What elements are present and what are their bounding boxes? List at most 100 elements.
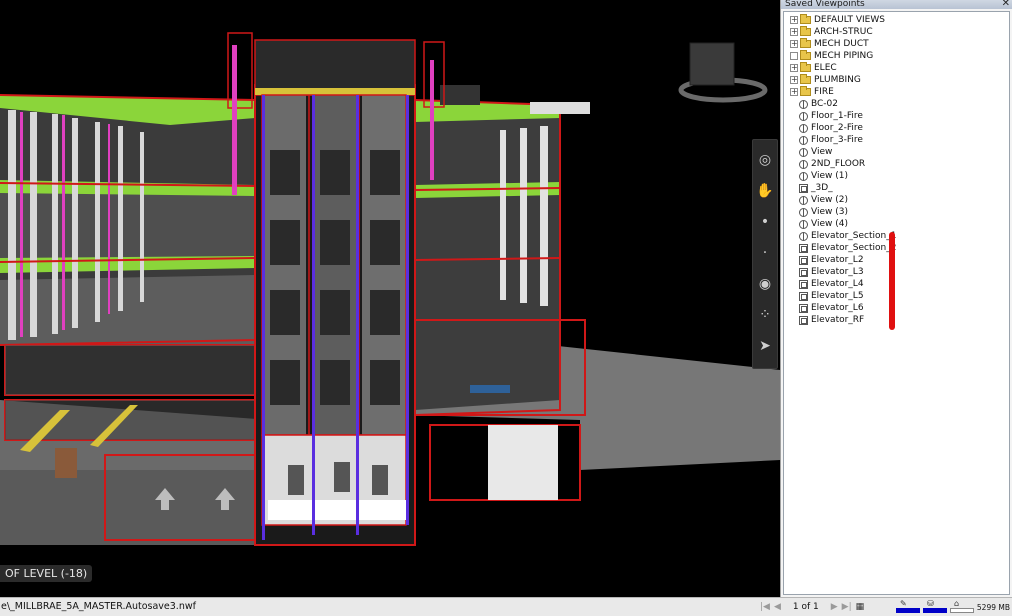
folder-icon	[800, 50, 811, 60]
file-path: e\_MILLBRAE_5A_MASTER.Autosave3.nwf	[1, 601, 196, 612]
annotation-highlight-mark	[889, 232, 895, 330]
viewpoint-item[interactable]: Floor_3-Fire	[790, 134, 863, 146]
folder-item[interactable]: + ARCH-STRUC	[790, 26, 873, 38]
folder-item[interactable]: + PLUMBING	[790, 74, 861, 86]
viewpoint-item[interactable]: Elevator_L5	[790, 290, 864, 302]
viewpoint-item[interactable]: 2ND_FLOOR	[790, 158, 865, 170]
viewpoint-item[interactable]: Elevator_L3	[790, 266, 864, 278]
camera-viewpoint-icon	[799, 207, 808, 217]
performance-indicators: ✎ ⛁ ⌂ 5299 MB	[896, 599, 1010, 615]
folder-icon	[800, 62, 811, 72]
look-around-icon[interactable]: ◉	[753, 272, 777, 296]
navigation-bar: ◎ ✋ • · ◉ ⁘ ➤	[752, 139, 778, 369]
viewpoint-item[interactable]: _3D_	[790, 182, 833, 194]
zoom-icon[interactable]: •	[753, 210, 777, 234]
folder-icon	[800, 74, 811, 84]
viewpoint-item[interactable]: Elevator_RF	[790, 314, 864, 326]
expand-icon[interactable]: +	[790, 16, 798, 24]
viewpoint-label: View (2)	[811, 195, 848, 205]
viewpoint-label: _3D_	[811, 183, 833, 193]
expand-icon[interactable]	[790, 52, 798, 60]
viewpoint-label: View	[811, 147, 833, 157]
disk-progress-bar	[923, 608, 947, 613]
folder-item[interactable]: + DEFAULT VIEWS	[790, 14, 885, 26]
expand-icon[interactable]: +	[790, 88, 798, 96]
folder-label: FIRE	[814, 87, 834, 97]
folder-label: PLUMBING	[814, 75, 861, 85]
viewpoint-item[interactable]: Elevator_L6	[790, 302, 864, 314]
viewpoint-label: Floor_3-Fire	[811, 135, 863, 145]
expand-icon[interactable]: +	[790, 40, 798, 48]
building-section-model[interactable]	[0, 0, 780, 597]
viewpoint-item[interactable]: Elevator_Section_1	[790, 230, 896, 242]
viewpoint-tree[interactable]: + DEFAULT VIEWS + ARCH-STRUC + MECH DUCT MECH …	[783, 11, 1010, 595]
page-navigator: |◀ ◀ 1 of 1 ▶ ▶| ▦	[760, 600, 864, 614]
viewpoint-label: Elevator_Section_1	[811, 231, 897, 241]
folder-label: DEFAULT VIEWS	[814, 15, 885, 25]
viewpoint-label: 2ND_FLOOR	[811, 159, 866, 169]
folder-icon	[800, 86, 811, 96]
section-viewpoint-icon	[799, 303, 808, 313]
viewpoint-item[interactable]: View	[790, 146, 832, 158]
saved-viewpoints-panel: Saved Viewpoints ✕ + DEFAULT VIEWS + ARCH-S…	[780, 0, 1012, 597]
folder-item[interactable]: MECH PIPING	[790, 50, 873, 62]
viewpoint-item[interactable]: Floor_2-Fire	[790, 122, 863, 134]
viewpoint-item[interactable]: View (2)	[790, 194, 848, 206]
viewpoint-label: Elevator_L4	[811, 279, 864, 289]
folder-item[interactable]: + ELEC	[790, 62, 837, 74]
section-viewpoint-icon	[799, 267, 808, 277]
camera-viewpoint-icon	[799, 123, 808, 133]
viewpoint-label: Elevator_RF	[811, 315, 865, 325]
expand-icon[interactable]: +	[790, 76, 798, 84]
viewpoint-item[interactable]: Floor_1-Fire	[790, 110, 863, 122]
viewpoint-item[interactable]: Elevator_Section_2	[790, 242, 896, 254]
camera-viewpoint-icon	[799, 147, 808, 157]
section-viewpoint-icon	[799, 279, 808, 289]
viewpoint-label: Floor_1-Fire	[811, 111, 863, 121]
viewpoint-label: BC-02	[811, 99, 838, 109]
viewpoint-label: Elevator_Section_2	[811, 243, 897, 253]
viewpoint-label: Elevator_L5	[811, 291, 864, 301]
prev-page-icon[interactable]: ◀	[774, 602, 781, 612]
viewpoint-label: View (3)	[811, 207, 848, 217]
walk-footsteps-icon[interactable]: ⁘	[753, 303, 777, 327]
disk-icon: ⛁	[927, 599, 934, 608]
viewpoint-item[interactable]: Elevator_L2	[790, 254, 864, 266]
memory-usage: 5299 MB	[976, 603, 1010, 612]
viewpoint-label: Elevator_L6	[811, 303, 864, 313]
camera-viewpoint-icon	[799, 171, 808, 181]
camera-viewpoint-icon	[799, 111, 808, 121]
viewpoint-item[interactable]: View (4)	[790, 218, 848, 230]
viewcube-navigation[interactable]	[668, 38, 768, 108]
pencil-icon: ✎	[900, 599, 907, 608]
folder-item[interactable]: + FIRE	[790, 86, 834, 98]
viewpoint-label: View (1)	[811, 171, 848, 181]
viewpoint-item[interactable]: BC-02	[790, 98, 838, 110]
folder-item[interactable]: + MECH DUCT	[790, 38, 869, 50]
viewpoint-item[interactable]: View (1)	[790, 170, 848, 182]
web-server-icon: ⌂	[954, 599, 960, 608]
viewpoint-label: View (4)	[811, 219, 848, 229]
orbit-icon[interactable]: ·	[753, 241, 777, 265]
camera-viewpoint-icon	[799, 231, 808, 241]
3d-model-viewport[interactable]: ◎ ✋ • · ◉ ⁘ ➤ OF LEVEL (-18)	[0, 0, 780, 597]
folder-label: ELEC	[814, 63, 837, 73]
viewpoint-item[interactable]: Elevator_L4	[790, 278, 864, 290]
next-page-icon[interactable]: ▶	[831, 602, 838, 612]
panel-title-text: Saved Viewpoints	[785, 0, 865, 9]
select-cursor-icon[interactable]: ➤	[753, 334, 777, 358]
viewpoint-label: Elevator_L3	[811, 267, 864, 277]
pan-hand-icon[interactable]: ✋	[753, 179, 777, 203]
viewpoint-label: Elevator_L2	[811, 255, 864, 265]
section-viewpoint-icon	[799, 183, 808, 193]
expand-icon[interactable]: +	[790, 64, 798, 72]
sheet-browser-icon[interactable]: ▦	[856, 602, 865, 612]
first-page-icon[interactable]: |◀	[760, 602, 770, 612]
viewpoint-item[interactable]: View (3)	[790, 206, 848, 218]
steering-wheel-icon[interactable]: ◎	[753, 148, 777, 172]
close-icon[interactable]: ✕	[1002, 0, 1010, 9]
last-page-icon[interactable]: ▶|	[842, 602, 852, 612]
folder-icon	[800, 38, 811, 48]
expand-icon[interactable]: +	[790, 28, 798, 36]
panel-title[interactable]: Saved Viewpoints ✕	[781, 0, 1012, 9]
